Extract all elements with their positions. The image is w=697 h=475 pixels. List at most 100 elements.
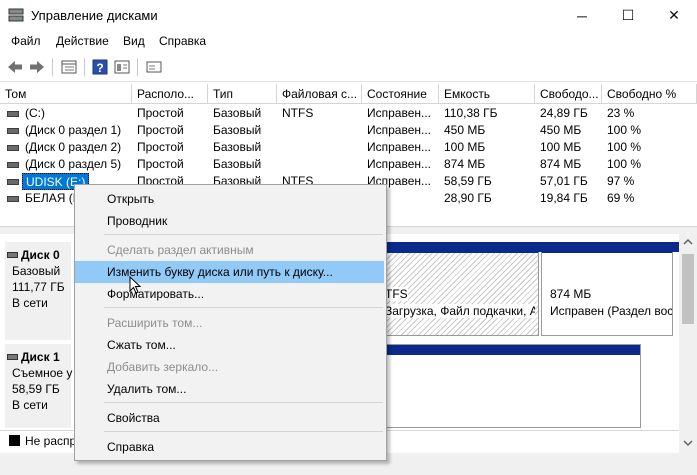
disk-1-name: Диск 1 xyxy=(21,350,60,364)
volume-cell-free: 24,89 ГБ xyxy=(540,106,588,120)
ctx-open-menu-item[interactable]: Открыть xyxy=(75,188,386,210)
scroll-up-icon[interactable] xyxy=(683,238,693,246)
ctx-delete-menu-item[interactable]: Удалить том... xyxy=(75,378,386,400)
volume-cell-name: (C:) xyxy=(25,106,45,120)
partition-udisk[interactable] xyxy=(380,344,641,428)
back-icon[interactable] xyxy=(6,58,24,76)
disk-0-size: 111,77 ГБ xyxy=(12,280,65,294)
volume-cell-free-pct: 97 % xyxy=(607,174,635,188)
help-icon[interactable]: ? xyxy=(91,58,109,76)
volume-row[interactable]: (C:) Простой Базовый NTFS Исправен... 110,38 … xyxy=(0,105,697,122)
disk-drive-icon xyxy=(7,354,18,360)
ctx-format-menu-item[interactable]: Форматировать... xyxy=(75,283,386,305)
ctx-extend-menu-item[interactable]: Расширить том... xyxy=(75,312,386,334)
partition-recovery[interactable]: 874 МБ Исправен (Раздел вос xyxy=(541,242,673,336)
menu-file[interactable]: Файл xyxy=(11,34,41,48)
menu-separator xyxy=(104,307,383,308)
volume-cell-free: 450 МБ xyxy=(540,123,582,137)
volume-cell-capacity: 100 МБ xyxy=(444,140,486,154)
volume-cell-type: Базовый xyxy=(213,157,262,171)
ctx-properties-menu-item[interactable]: Свойства xyxy=(75,407,386,429)
disk-0-label[interactable]: Диск 0 Базовый 111,77 ГБ В сети xyxy=(5,242,71,340)
menu-separator xyxy=(104,234,383,235)
volume-cell-free: 874 МБ xyxy=(540,157,582,171)
volume-cell-free-pct: 100 % xyxy=(607,157,642,171)
menu-item-label: Сделать раздел активным xyxy=(107,243,254,257)
column-header-type[interactable]: Тип xyxy=(208,84,277,104)
column-header-filesystem[interactable]: Файловая с... xyxy=(277,84,362,104)
forward-icon[interactable] xyxy=(28,58,46,76)
scroll-down-icon[interactable] xyxy=(683,439,693,447)
partition-header xyxy=(381,345,640,355)
disk-1-state: В сети xyxy=(12,398,48,412)
volume-icon xyxy=(7,179,19,185)
legend-unallocated-label: Не распр xyxy=(25,434,77,448)
volume-cell-free-pct: 23 % xyxy=(607,106,635,120)
menu-item-label: Справка xyxy=(107,440,155,454)
title-bar: Управление дисками ─ ☐ ✕ xyxy=(0,0,697,31)
volume-cell-name: (Диск 0 раздел 2) xyxy=(25,140,122,154)
partition-recovery-size: 874 МБ xyxy=(550,287,592,301)
toolbar-separator xyxy=(137,58,138,76)
menu-separator xyxy=(104,402,383,403)
volume-cell-free: 19,84 ГБ xyxy=(540,191,588,205)
scroll-thumb[interactable] xyxy=(682,254,694,324)
menu-view[interactable]: Вид xyxy=(123,34,145,48)
volume-cell-status: Исправен... xyxy=(367,123,432,137)
column-header-status[interactable]: Состояние xyxy=(362,84,439,104)
ctx-explorer-menu-item[interactable]: Проводник xyxy=(75,210,386,232)
menu-bar: Файл Действие Вид Справка xyxy=(0,31,697,52)
menu-item-label: Сжать том... xyxy=(107,338,176,352)
menu-item-label: Открыть xyxy=(107,192,155,206)
ctx-shrink-menu-item[interactable]: Сжать том... xyxy=(75,334,386,356)
volume-cell-type: Базовый xyxy=(213,140,262,154)
menu-item-label: Проводник xyxy=(107,214,168,228)
column-header-layout[interactable]: Располо... xyxy=(132,84,208,104)
ctx-add-mirror-menu-item[interactable]: Добавить зеркало... xyxy=(75,356,386,378)
partition-c[interactable]: TFS Загрузка, Файл подкачки, А xyxy=(380,242,539,336)
disk-icon[interactable] xyxy=(145,58,163,76)
disk-map-scrollbar[interactable] xyxy=(679,234,697,453)
disk-0-name: Диск 0 xyxy=(21,248,60,262)
volume-cell-free-pct: 69 % xyxy=(607,191,635,205)
ctx-change-letter-menu-item[interactable]: Изменить букву диска или путь к диску... xyxy=(75,261,384,283)
volume-cell-layout: Простой xyxy=(137,106,184,120)
ctx-help-menu-item[interactable]: Справка xyxy=(75,436,386,458)
disk-0-state: В сети xyxy=(12,296,48,310)
close-button[interactable]: ✕ xyxy=(651,0,697,31)
volume-cell-free-pct: 100 % xyxy=(607,140,642,154)
menu-action[interactable]: Действие xyxy=(56,34,109,48)
volume-cell-capacity: 28,90 ГБ xyxy=(444,191,492,205)
disk-management-app-icon xyxy=(8,8,24,22)
volume-row[interactable]: (Диск 0 раздел 5) Простой Базовый Исправен.… xyxy=(0,156,697,173)
disk-1-kind: Съемное у xyxy=(12,366,73,380)
disk-1-label[interactable]: Диск 1 Съемное у 58,59 ГБ В сети xyxy=(5,344,73,428)
svg-text:?: ? xyxy=(96,61,103,75)
volume-cell-name: (Диск 0 раздел 5) xyxy=(25,157,122,171)
volume-cell-name: (Диск 0 раздел 1) xyxy=(25,123,122,137)
volume-cell-capacity: 58,59 ГБ xyxy=(444,174,492,188)
partition-c-fs: TFS xyxy=(385,287,408,301)
column-header-free-percent[interactable]: Свободно % xyxy=(602,84,697,104)
column-header-volume[interactable]: Том xyxy=(0,84,132,104)
volume-cell-capacity: 450 МБ xyxy=(444,123,486,137)
column-header-capacity[interactable]: Емкость xyxy=(439,84,535,104)
partition-c-status: Загрузка, Файл подкачки, А xyxy=(385,304,535,318)
minimize-button[interactable]: ─ xyxy=(559,0,605,31)
maximize-button[interactable]: ☐ xyxy=(605,0,651,31)
volume-row[interactable]: (Диск 0 раздел 1) Простой Базовый Исправен.… xyxy=(0,122,697,139)
volume-row[interactable]: (Диск 0 раздел 2) Простой Базовый Исправен.… xyxy=(0,139,697,156)
volume-cell-name: БЕЛАЯ (Н xyxy=(25,191,82,205)
properties-icon[interactable] xyxy=(113,58,131,76)
menu-item-label: Форматировать... xyxy=(107,287,205,301)
volume-icon xyxy=(7,162,19,168)
list-view-icon[interactable] xyxy=(60,58,78,76)
column-header-free[interactable]: Свободо... xyxy=(535,84,602,104)
ctx-mark-active-menu-item[interactable]: Сделать раздел активным xyxy=(75,239,386,261)
volume-cell-layout: Простой xyxy=(137,123,184,137)
disk-drive-icon xyxy=(7,252,18,258)
volume-cell-type: Базовый xyxy=(213,123,262,137)
menu-help[interactable]: Справка xyxy=(159,34,206,48)
volume-icon xyxy=(7,196,19,202)
menu-item-label: Удалить том... xyxy=(107,382,187,396)
